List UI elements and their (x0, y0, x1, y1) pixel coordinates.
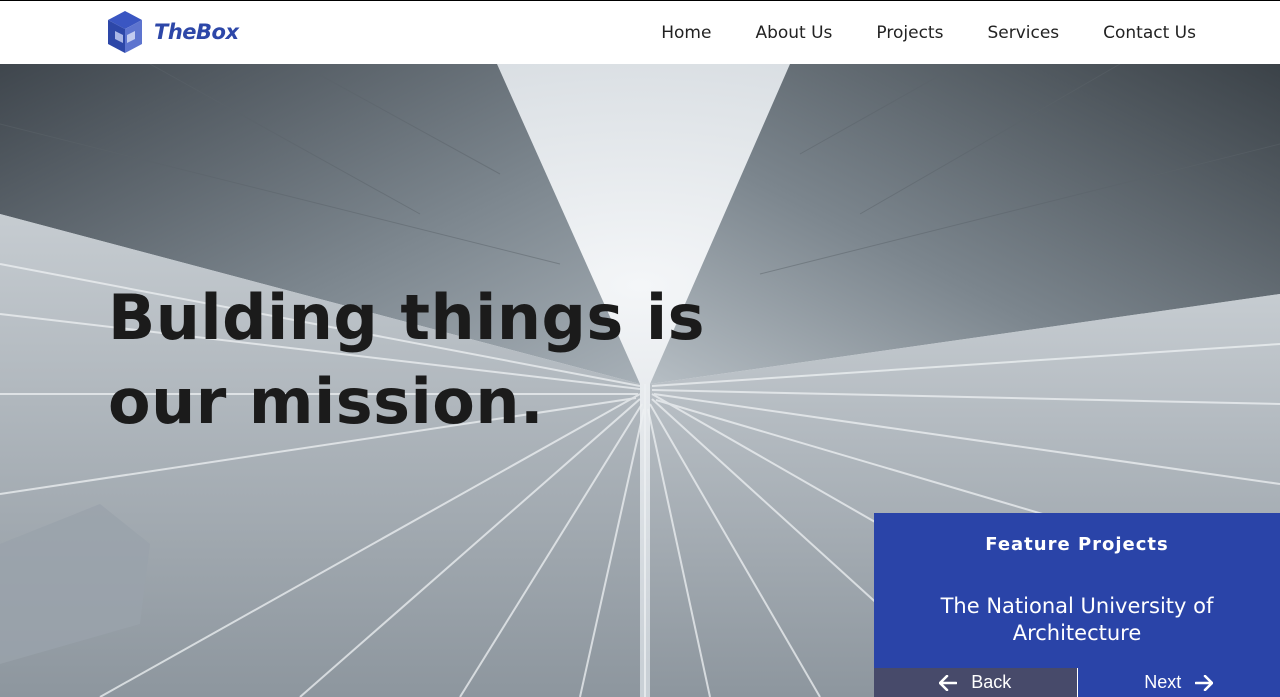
cube-icon (108, 11, 142, 53)
feature-heading: Feature Projects (985, 534, 1169, 555)
next-button[interactable]: Next (1077, 668, 1280, 697)
brand-logo[interactable]: TheBox (106, 9, 239, 55)
hero-headline-line-2: our mission. (108, 365, 545, 438)
brand-name: TheBox (154, 20, 239, 44)
next-button-label: Next (1144, 672, 1182, 692)
nav-about-us[interactable]: About Us (755, 23, 832, 43)
nav-projects[interactable]: Projects (876, 23, 943, 43)
back-button-label: Back (971, 672, 1012, 692)
main-nav: Home About Us Projects Services Contact … (661, 1, 1196, 65)
feature-projects-panel: Feature Projects The National University… (874, 513, 1280, 697)
nav-contact-us[interactable]: Contact Us (1103, 23, 1196, 43)
feature-controls: Back Next (874, 668, 1280, 697)
arrow-left-icon (939, 674, 958, 691)
hero-headline: Bulding things is our mission. (108, 276, 748, 444)
page: TheBox Home About Us Projects Services C… (0, 0, 1280, 697)
arrow-right-icon (1195, 674, 1214, 691)
back-button[interactable]: Back (874, 668, 1078, 697)
site-header: TheBox Home About Us Projects Services C… (0, 0, 1280, 64)
hero-headline-line-1: Bulding things is (108, 281, 706, 354)
nav-services[interactable]: Services (987, 23, 1059, 43)
feature-project-title: The National University of Architecture (940, 594, 1214, 645)
nav-home[interactable]: Home (661, 23, 711, 43)
